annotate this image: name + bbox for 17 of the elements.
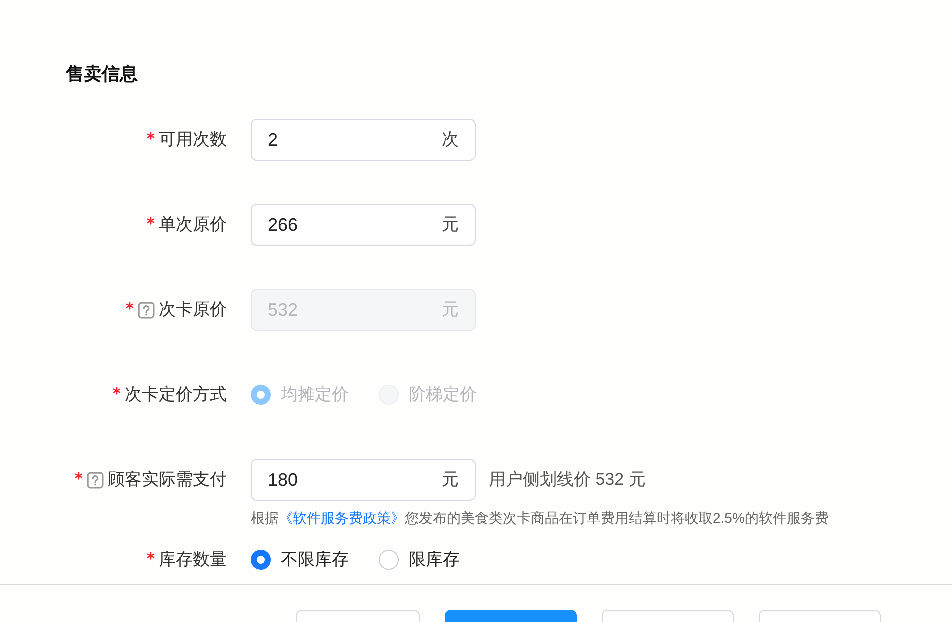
fee-hint-text: 根据《软件服务费政策》您发布的美食类次卡商品在订单费用结算时将收取2.5%的软件服务费: [251, 509, 829, 527]
field-label: 次卡原价: [159, 299, 227, 322]
input-field[interactable]: 266 元: [251, 204, 476, 246]
input-field[interactable]: 2 次: [251, 119, 476, 161]
section-title: 售卖信息: [66, 63, 139, 86]
field-label: 库存数量: [159, 549, 227, 572]
radio-option[interactable]: 不限库存: [251, 547, 349, 573]
policy-link[interactable]: 《软件服务费政策》: [279, 510, 405, 526]
help-icon[interactable]: [87, 472, 104, 488]
input-field: 532 元: [251, 289, 476, 331]
input-field[interactable]: 180 元: [251, 459, 476, 501]
field-label: 单次原价: [159, 214, 227, 236]
field-label: 次卡定价方式: [125, 384, 227, 406]
field-label: 可用次数: [159, 129, 227, 152]
radio-option[interactable]: 限库存: [379, 547, 460, 573]
price-note: 用户侧划线价 532 元: [489, 469, 646, 492]
field-label: 顾客实际需支付: [108, 469, 227, 492]
